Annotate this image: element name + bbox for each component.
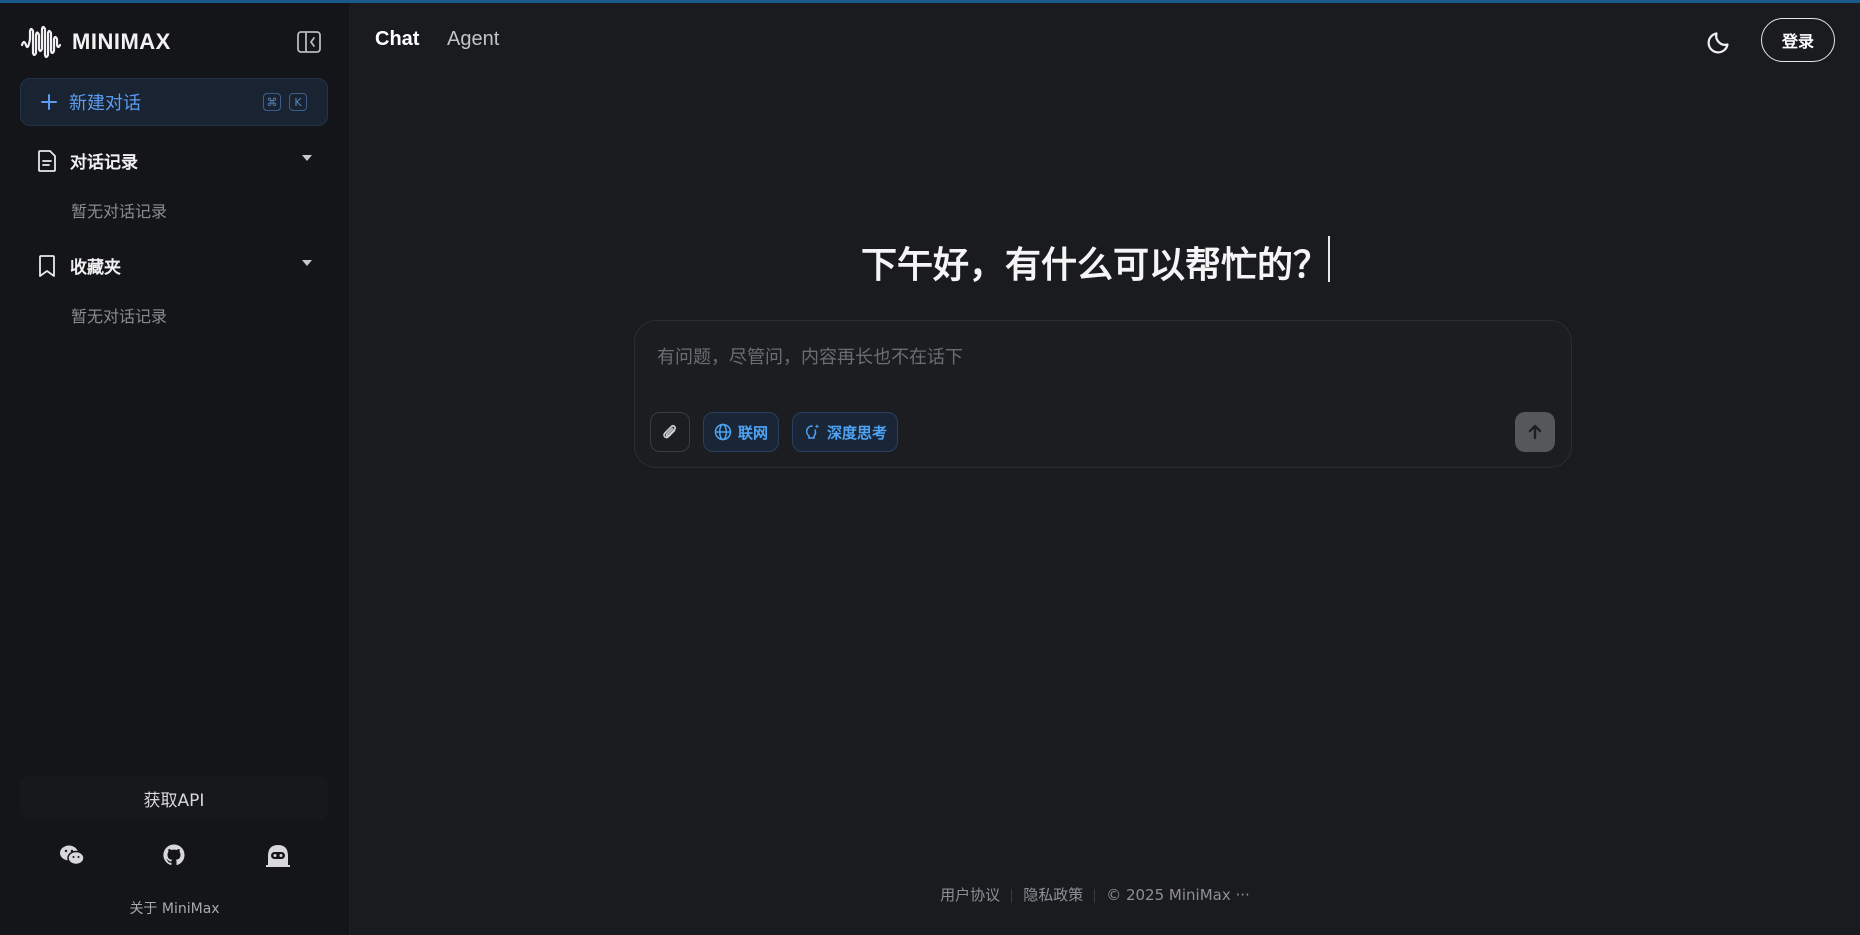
shortcut-key-cmd: ⌘ (263, 93, 281, 111)
favorites-empty: 暂无对话记录 (71, 307, 168, 326)
footer: 用户协议 隐私政策 © 2025 MiniMax ··· (0, 884, 1860, 905)
deep-think-label: 深度思考 (827, 423, 888, 442)
moon-icon (1707, 32, 1729, 54)
tab-agent[interactable]: Agent (447, 28, 499, 51)
arrow-up-icon (1528, 424, 1542, 440)
paperclip-icon (663, 424, 677, 439)
web-search-label: 联网 (738, 423, 769, 442)
tab-chat[interactable]: Chat (375, 28, 419, 51)
web-search-toggle[interactable]: 联网 (703, 412, 780, 452)
new-chat-button[interactable]: 新建对话 ⌘ K (20, 78, 328, 126)
github-button[interactable] (160, 841, 188, 869)
deep-think-toggle[interactable]: 深度思考 (792, 412, 899, 452)
lightbulb-sparkle-icon (805, 424, 820, 439)
section-title: 对话记录 (70, 153, 138, 173)
wechat-icon (60, 845, 85, 866)
theme-toggle-button[interactable] (1707, 28, 1733, 54)
footer-divider (1011, 888, 1013, 903)
new-chat-label: 新建对话 (69, 93, 141, 114)
greeting-title: 下午好，有什么可以帮忙的？ (860, 245, 1329, 286)
waveform-logo-icon (20, 25, 62, 59)
attach-button[interactable] (650, 412, 690, 452)
brand[interactable]: MINIMAX (20, 25, 171, 59)
chevron-down-icon (302, 155, 312, 161)
more-menu[interactable]: ··· (1236, 886, 1250, 904)
globe-icon (714, 423, 732, 441)
shortcut-key-k: K (289, 93, 307, 111)
community-button[interactable] (264, 841, 292, 869)
privacy-link[interactable]: 隐私政策 (1023, 886, 1083, 904)
community-icon (266, 845, 290, 867)
copyright: © 2025 MiniMax (1106, 886, 1231, 904)
sidebar-collapse-icon (297, 31, 321, 53)
get-api-button[interactable]: 获取API (20, 776, 328, 820)
sidebar-collapse-button[interactable] (296, 30, 322, 54)
wechat-button[interactable] (58, 841, 86, 869)
chat-input[interactable] (655, 341, 1539, 373)
footer-divider (1094, 888, 1096, 903)
document-icon (38, 149, 56, 172)
chat-history-empty: 暂无对话记录 (71, 202, 168, 221)
login-button[interactable]: 登录 (1761, 18, 1835, 62)
chat-composer: 联网 深度思考 (634, 320, 1572, 468)
terms-link[interactable]: 用户协议 (940, 886, 1000, 904)
sidebar: MINIMAX 新建对话 ⌘ K 对话记录 暂无对话记录 收藏夹 暂无对话记录 … (0, 3, 350, 935)
github-icon (163, 844, 185, 866)
plus-icon (41, 94, 57, 110)
section-chat-history[interactable]: 对话记录 (36, 148, 314, 173)
send-button[interactable] (1515, 412, 1555, 452)
brand-name: MINIMAX (72, 29, 171, 54)
text-cursor (1328, 236, 1330, 282)
